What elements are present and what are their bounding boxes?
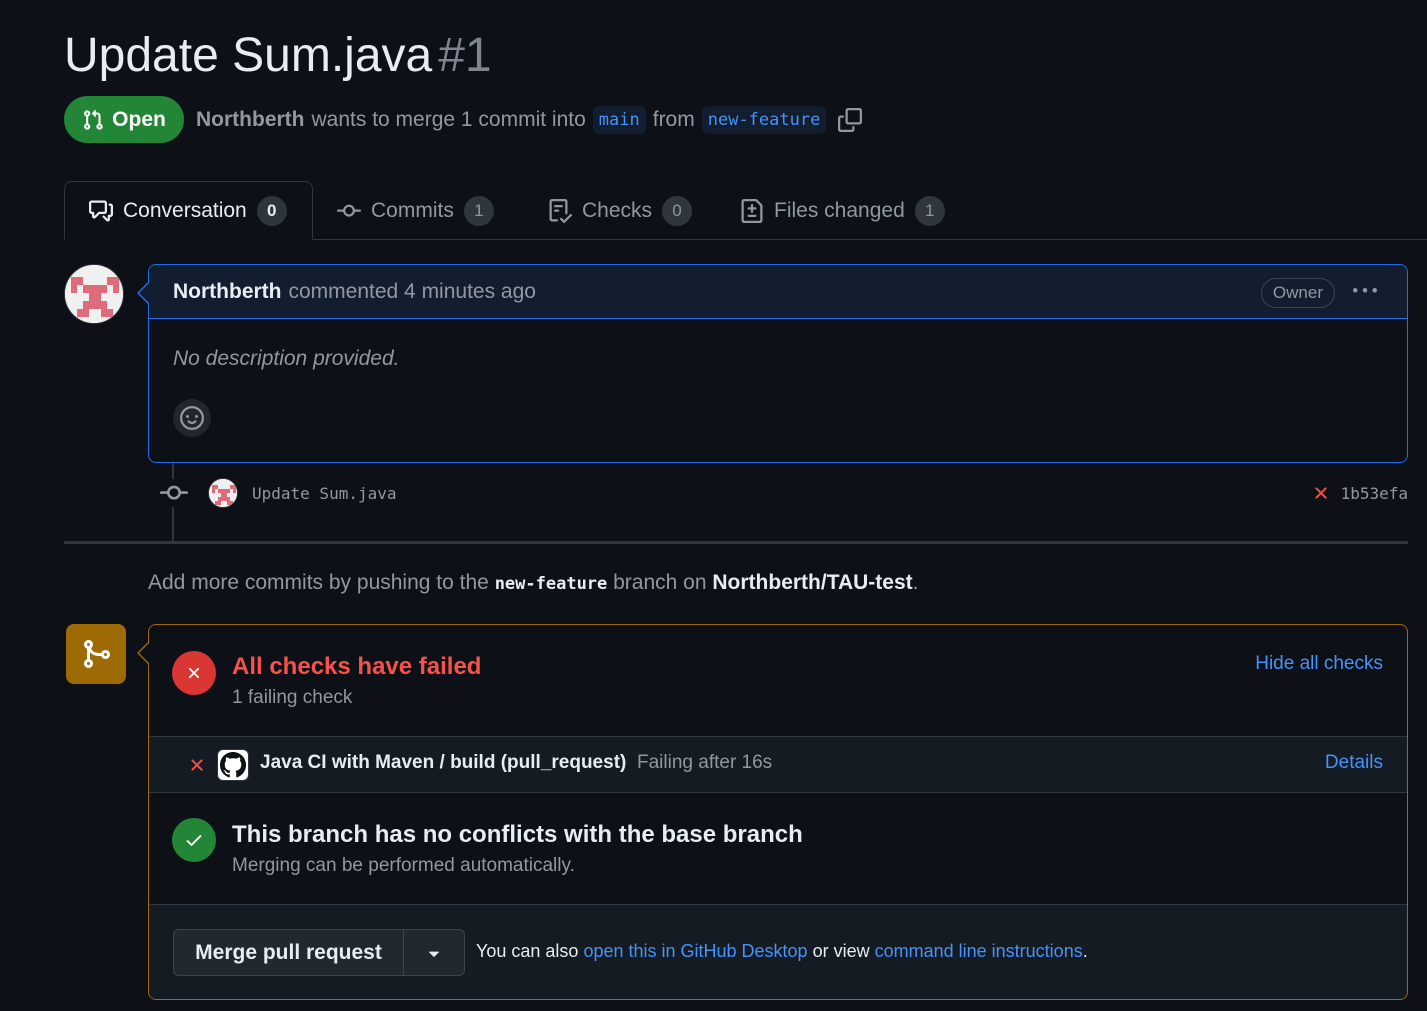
base-branch-chip[interactable]: main [592,106,646,134]
identicon-image [209,479,237,507]
pr-title-text: Update Sum.java [64,29,433,82]
commit-sha-link[interactable]: 1b53efa [1341,484,1408,503]
checks-failed-status [172,651,216,695]
github-mark-icon [220,752,246,778]
merge-text: wants to merge 1 commit into [311,108,586,131]
merge-text-prefix: You can also [476,941,579,961]
conflicts-subtitle: Merging can be performed automatically. [232,855,575,876]
commit-message-link[interactable]: Update Sum.java [252,484,397,503]
git-merge-icon [84,640,111,668]
x-fail-icon [191,759,203,771]
no-conflicts-status [172,818,216,862]
hint-prefix: Add more commits by pushing to the [148,571,489,594]
x-icon [188,667,200,679]
checks-title: All checks have failed [232,653,482,680]
tab-checks-counter: 0 [662,195,693,226]
pr-author-link[interactable]: Northberth [196,108,305,132]
timeline-break [64,541,1408,544]
from-text: from [652,108,695,131]
merge-text-suffix: . [1082,941,1088,961]
hint-repo: Northberth/TAU-test [712,571,913,594]
file-diff-icon [741,198,763,223]
merge-box: All checks have failed 1 failing check H… [148,624,1408,1000]
comment-discussion-icon [89,200,113,221]
comment-options-button[interactable] [1351,279,1379,308]
github-actions-logo [217,749,249,781]
tab-checks-label: Checks [582,198,653,222]
check-details-link[interactable]: Details [1325,752,1383,774]
check-run-row: Java CI with Maven / build (pull_request… [149,736,1407,793]
git-commit-icon [337,204,361,217]
hint-middle: branch on [613,571,707,594]
tab-files-changed[interactable]: Files changed 1 [740,181,945,240]
git-commit-icon [160,479,188,507]
conflicts-title: This branch has no conflicts with the ba… [232,821,803,848]
x-fail-icon[interactable] [1311,483,1331,503]
pr-state-label: Open [112,107,166,131]
copy-icon [838,108,863,132]
comment-author-link[interactable]: Northberth [173,280,282,304]
merge-alternatives-text: You can also open this in GitHub Desktop… [476,941,1088,962]
merge-method-dropdown-button[interactable] [404,930,464,975]
triangle-down-icon [428,951,440,957]
comment-meta[interactable]: commented 4 minutes ago [289,280,536,304]
kebab-horizontal-icon [1353,288,1377,293]
push-hint: Add more commits by pushing to the new-f… [148,571,918,595]
tab-conversation[interactable]: Conversation 0 [64,181,313,240]
commit-meta: 1b53efa [1311,483,1408,503]
check-icon [186,835,202,846]
timeline-commit: Update Sum.java 1b53efa [160,476,1408,510]
hint-branch: new-feature [494,574,608,594]
pr-description-comment: Northberth commented 4 minutes ago Owner… [148,264,1408,463]
tab-commits-label: Commits [371,198,454,222]
copy-branch-button[interactable] [837,107,863,133]
owner-badge: Owner [1260,278,1335,308]
comment-header: Northberth commented 4 minutes ago [149,265,1407,319]
smiley-icon [180,406,204,430]
pr-title: Update Sum.java #1 [64,28,492,83]
merge-button-group: Merge pull request [173,929,465,976]
hint-suffix: . [912,571,919,594]
author-avatar[interactable] [64,264,124,324]
check-run-status: Failing after 16s [637,752,773,773]
merge-box-pointer-inner [139,643,149,663]
open-github-desktop-link[interactable]: open this in GitHub Desktop [583,941,807,961]
head-branch-chip[interactable]: new-feature [701,106,827,134]
merge-text-middle: or view [812,941,870,961]
git-pull-request-icon [84,109,103,130]
comment-pointer-inner [139,283,149,303]
pr-merge-summary: Northberth wants to merge 1 commit into … [196,104,863,136]
checklist-icon [549,198,572,223]
merge-status-icon-box [66,624,126,684]
hide-all-checks-button[interactable]: Hide all checks [1255,653,1383,675]
tab-checks[interactable]: Checks 0 [548,181,693,240]
tab-files-changed-label: Files changed [774,198,905,222]
tab-conversation-label: Conversation [123,198,247,222]
identicon-image [65,265,123,323]
tab-conversation-counter: 0 [256,195,287,226]
tab-commits[interactable]: Commits 1 [337,181,494,240]
tab-commits-counter: 1 [463,195,494,226]
checks-subtitle: 1 failing check [232,687,353,708]
add-reaction-button[interactable] [173,399,211,437]
pr-state-badge: Open [64,96,184,143]
check-run-name: Java CI with Maven / build (pull_request… [260,752,627,773]
merge-footer: Merge pull request You can also open thi… [149,904,1407,999]
merge-pull-request-button[interactable]: Merge pull request [174,930,404,975]
tab-files-changed-counter: 1 [914,195,945,226]
command-line-instructions-link[interactable]: command line instructions [875,941,1083,961]
comment-body: No description provided. [173,347,400,370]
pr-number: #1 [438,29,492,82]
commit-author-avatar[interactable] [208,478,238,508]
